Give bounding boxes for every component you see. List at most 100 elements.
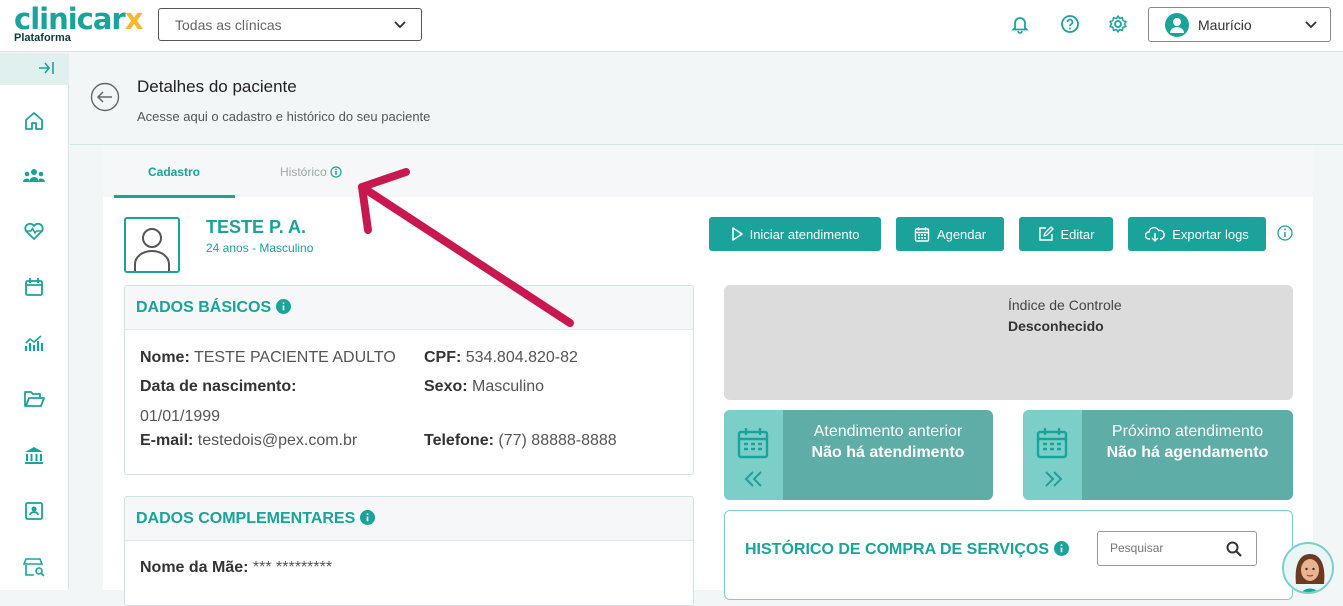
service-purchase-history-card: HISTÓRICO DE COMPRA DE SERVIÇOS <box>724 510 1293 600</box>
tab-historico[interactable]: Histórico <box>280 165 342 179</box>
mother-label: Nome da Mãe: <box>140 559 249 576</box>
edit-label: Editar <box>1060 226 1095 242</box>
patient-name: TESTE P. A. <box>206 217 307 237</box>
info-icon[interactable] <box>1277 225 1293 241</box>
double-chevron-right-icon <box>1045 471 1063 487</box>
tab-cadastro[interactable]: Cadastro <box>148 165 200 179</box>
chevron-down-icon <box>394 21 406 29</box>
patients-icon[interactable] <box>22 164 46 188</box>
active-tab-indicator <box>114 195 235 198</box>
edit-icon <box>1038 226 1054 241</box>
next-appointment-label: Próximo atendimento <box>1111 423 1264 440</box>
previous-appointment-label: Atendimento anterior <box>813 423 963 440</box>
email-value: testedois@pex.com.br <box>197 432 358 449</box>
sex-value: Masculino <box>472 378 545 395</box>
basic-data-title-text: DADOS BÁSICOS <box>136 299 272 316</box>
birth-value: 01/01/1999 <box>140 408 221 425</box>
complementary-data-title: DADOS COMPLEMENTARES <box>136 510 376 528</box>
phone-value: (77) 88888-8888 <box>498 432 617 449</box>
info-icon[interactable] <box>276 299 292 314</box>
field-mother-name: Nome da Mãe: *** ********* <box>140 559 332 577</box>
store-search-icon[interactable] <box>22 555 46 579</box>
tab-bar: Cadastro Histórico <box>103 146 1313 198</box>
birth-label: Data de nascimento: <box>140 378 297 395</box>
schedule-label: Agendar <box>936 226 987 242</box>
analytics-icon[interactable] <box>22 331 46 355</box>
history-search-input[interactable] <box>1110 541 1220 555</box>
cloud-download-icon <box>1145 226 1166 242</box>
schedule-button[interactable]: Agendar <box>896 217 1004 251</box>
calendar-icon <box>1036 428 1068 459</box>
next-appointment-text: Próximo atendimento Não há agendamento <box>1082 410 1293 500</box>
field-email: E-mail: testedois@pex.com.br <box>140 432 357 450</box>
clinic-select[interactable]: Todas as clínicas <box>158 8 422 41</box>
name-label: Nome: <box>140 349 190 366</box>
info-icon[interactable] <box>360 510 376 525</box>
home-icon[interactable] <box>22 109 46 133</box>
control-index-value: Desconhecido <box>1008 318 1104 334</box>
top-bar: clinicarx Plataforma Todas as clínicas M… <box>0 0 1343 52</box>
user-menu[interactable]: Maurício <box>1148 7 1331 42</box>
start-appointment-label: Iniciar atendimento <box>749 226 860 242</box>
heart-pulse-icon[interactable] <box>22 219 46 243</box>
expand-sidebar-icon <box>39 62 54 74</box>
edit-button[interactable]: Editar <box>1019 217 1113 251</box>
basic-data-title: DADOS BÁSICOS <box>136 299 292 317</box>
tab-historico-label: Histórico <box>280 165 327 179</box>
bell-icon[interactable] <box>1010 14 1030 34</box>
phone-label: Telefone: <box>424 432 494 449</box>
sidebar-toggle[interactable] <box>0 53 69 85</box>
control-index-panel: Índice de Controle Desconhecido <box>724 285 1293 400</box>
chevron-down-icon <box>1305 21 1317 29</box>
next-appointment-card[interactable]: Próximo atendimento Não há agendamento <box>1023 410 1293 500</box>
help-icon[interactable] <box>1060 14 1080 34</box>
play-icon <box>731 227 743 241</box>
patient-age-sex: 24 anos - Masculino <box>206 241 314 255</box>
calendar-icon <box>914 227 930 242</box>
calendar-icon <box>737 428 769 459</box>
previous-appointment-side <box>724 410 783 500</box>
field-sex: Sexo: Masculino <box>424 378 544 396</box>
back-arrow-icon[interactable] <box>90 82 120 112</box>
basic-data-card: DADOS BÁSICOS Nome: TESTE PACIENTE ADULT… <box>124 285 694 475</box>
double-chevron-left-icon <box>744 471 762 487</box>
basic-data-header: DADOS BÁSICOS <box>125 286 693 330</box>
field-phone: Telefone: (77) 88888-8888 <box>424 432 617 450</box>
previous-appointment-value: Não há atendimento <box>811 444 965 461</box>
gear-icon[interactable] <box>1108 14 1128 34</box>
history-title: HISTÓRICO DE COMPRA DE SERVIÇOS <box>745 541 1070 559</box>
assistant-avatar-icon <box>1295 554 1325 592</box>
user-avatar-icon <box>1165 13 1189 37</box>
start-appointment-button[interactable]: Iniciar atendimento <box>709 217 881 251</box>
search-icon[interactable] <box>1226 541 1242 557</box>
export-logs-button[interactable]: Exportar logs <box>1128 217 1266 251</box>
mother-value: *** ********* <box>252 559 333 576</box>
field-name: Nome: TESTE PACIENTE ADULTO <box>140 349 396 367</box>
page-header: Detalhes do paciente Acesse aqui o cadas… <box>70 53 1343 145</box>
folder-open-icon[interactable] <box>22 387 46 411</box>
cpf-label: CPF: <box>424 349 462 366</box>
page-title: Detalhes do paciente <box>137 77 297 96</box>
assistant-avatar[interactable] <box>1282 542 1334 594</box>
patient-content: Cadastro Histórico TESTE P. A. 24 anos -… <box>103 146 1313 606</box>
next-appointment-value: Não há agendamento <box>1106 444 1269 461</box>
user-name: Maurício <box>1198 17 1252 33</box>
history-title-text: HISTÓRICO DE COMPRA DE SERVIÇOS <box>745 541 1050 558</box>
sidebar <box>0 53 69 590</box>
name-value: TESTE PACIENTE ADULTO <box>193 349 396 366</box>
contact-card-icon[interactable] <box>22 499 46 523</box>
clinicarx-logo[interactable]: clinicarx Plataforma <box>14 2 144 44</box>
bank-icon[interactable] <box>22 443 46 467</box>
cpf-value: 534.804.820-82 <box>465 349 578 366</box>
email-label: E-mail: <box>140 432 194 449</box>
info-icon[interactable] <box>1054 541 1070 556</box>
next-appointment-side <box>1023 410 1082 500</box>
calendar-icon[interactable] <box>22 275 46 299</box>
logo-x: x <box>124 2 144 36</box>
user-placeholder-icon <box>134 228 170 271</box>
clinic-select-value: Todas as clínicas <box>175 17 282 33</box>
previous-appointment-card[interactable]: Atendimento anterior Não há atendimento <box>724 410 993 500</box>
sex-label: Sexo: <box>424 378 468 395</box>
history-search[interactable] <box>1097 531 1257 566</box>
page-subtitle: Acesse aqui o cadastro e histórico do se… <box>137 109 431 124</box>
